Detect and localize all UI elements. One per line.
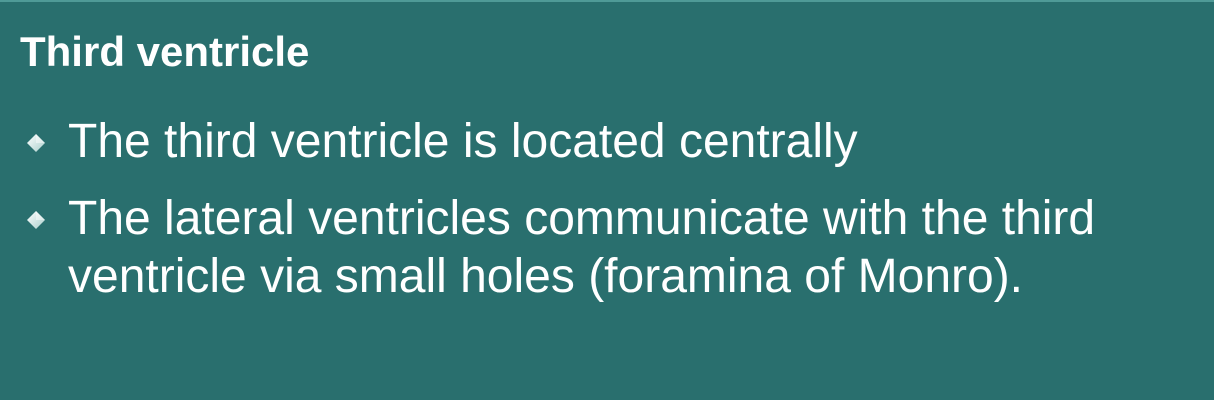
bullet-list: The third ventricle is located centrally… [0,113,1214,325]
bullet-item: The third ventricle is located centrally [0,113,1148,171]
bullet-text: The third ventricle is located centrally [68,115,858,168]
bullet-item: The lateral ventricles communicate with … [0,190,1148,306]
diamond-bullet-icon [27,211,45,229]
diamond-bullet-icon [27,134,45,152]
bullet-text: The lateral ventricles communicate with … [68,192,1096,303]
slide: Third ventricle The third ventricle is l… [0,0,1214,400]
slide-title: Third ventricle [20,28,310,75]
